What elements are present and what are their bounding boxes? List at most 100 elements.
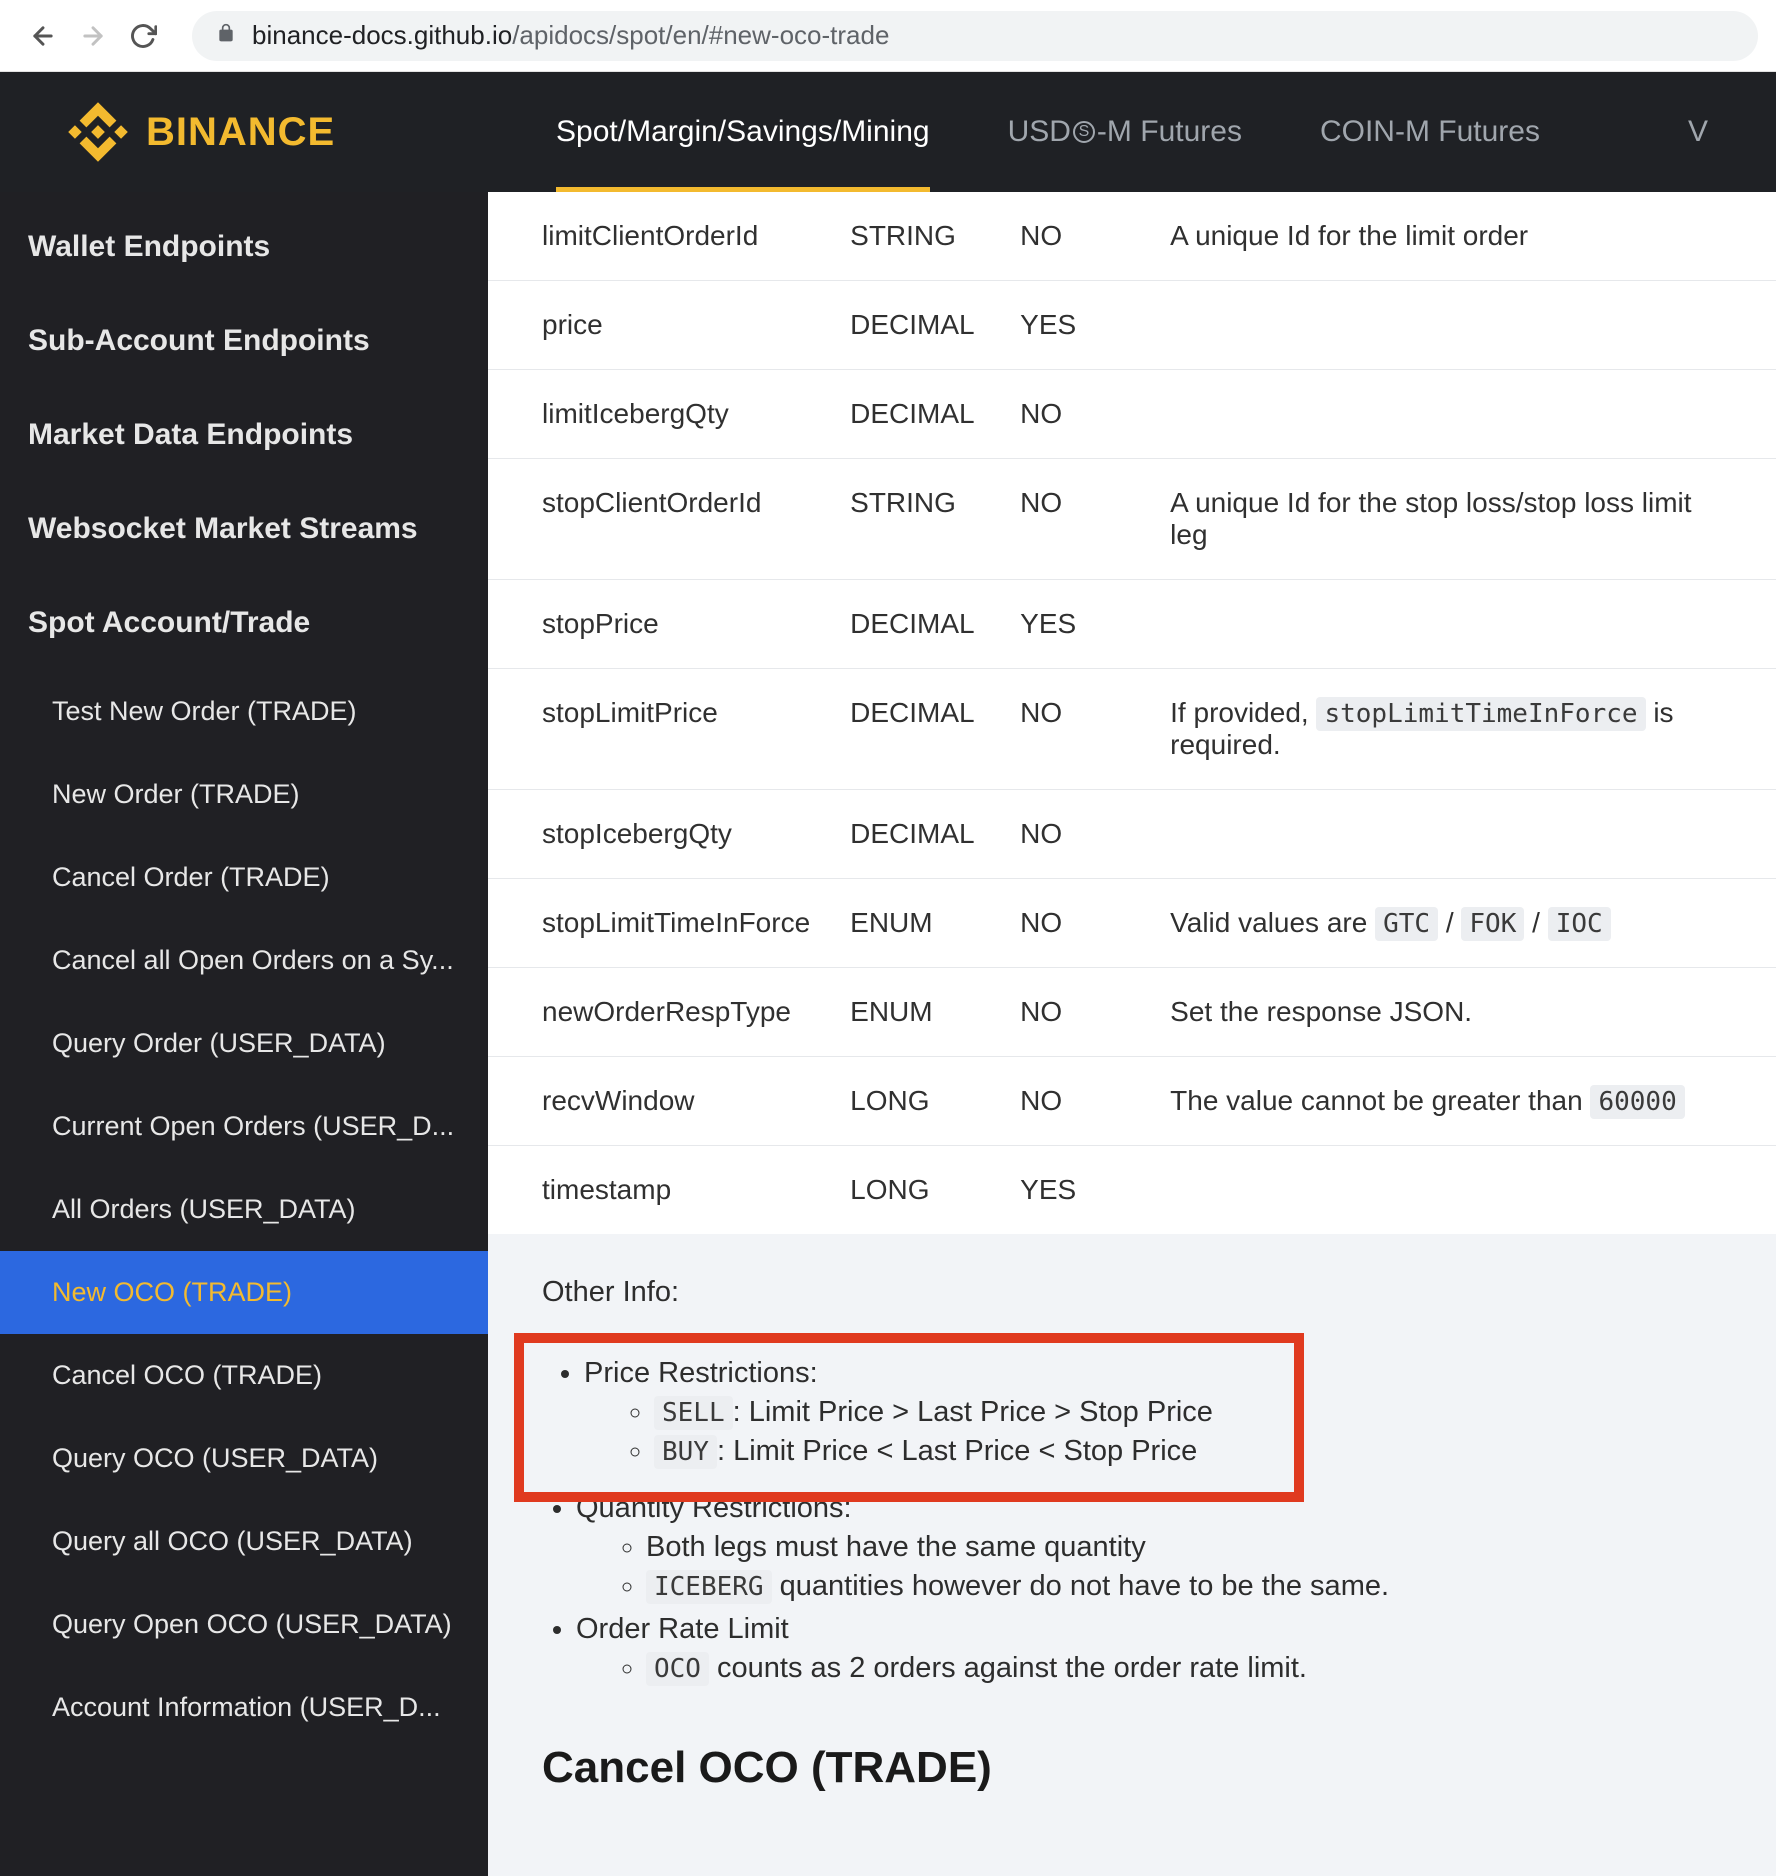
quantity-restriction-iceberg: ICEBERG quantities however do not have t… — [646, 1570, 1722, 1603]
sidebar-item[interactable]: Current Open Orders (USER_D... — [0, 1085, 488, 1168]
table-row: stopIcebergQtyDECIMALNO — [488, 790, 1776, 879]
back-button[interactable] — [18, 11, 68, 61]
topnav-extra: V — [1688, 115, 1708, 149]
top-navigation: BINANCE Spot/Margin/Savings/Mining USDS-… — [0, 72, 1776, 192]
param-mandatory: NO — [1000, 192, 1150, 281]
param-desc: Set the response JSON. — [1150, 968, 1776, 1057]
binance-logo[interactable]: BINANCE — [68, 102, 335, 162]
table-row: limitClientOrderIdSTRINGNOA unique Id fo… — [488, 192, 1776, 281]
param-name: newOrderRespType — [488, 968, 830, 1057]
forward-button[interactable] — [68, 11, 118, 61]
param-type: DECIMAL — [830, 370, 1000, 459]
param-name: limitClientOrderId — [488, 192, 830, 281]
param-mandatory: NO — [1000, 459, 1150, 580]
param-type: ENUM — [830, 968, 1000, 1057]
sidebar-section-spot-account[interactable]: Spot Account/Trade — [0, 576, 488, 670]
table-row: timestampLONGYES — [488, 1146, 1776, 1235]
param-mandatory: NO — [1000, 1057, 1150, 1146]
table-row: stopLimitTimeInForceENUMNOValid values a… — [488, 879, 1776, 968]
table-row: newOrderRespTypeENUMNOSet the response J… — [488, 968, 1776, 1057]
sidebar-item[interactable]: Query OCO (USER_DATA) — [0, 1417, 488, 1500]
param-type: DECIMAL — [830, 669, 1000, 790]
tab-spot-margin[interactable]: Spot/Margin/Savings/Mining — [556, 72, 930, 192]
param-mandatory: YES — [1000, 281, 1150, 370]
sidebar-item[interactable]: Test New Order (TRADE) — [0, 670, 488, 753]
param-type: LONG — [830, 1057, 1000, 1146]
sidebar-item[interactable]: Cancel all Open Orders on a Sy... — [0, 919, 488, 1002]
price-restrictions-highlight: Price Restrictions: SELL: Limit Price > … — [514, 1333, 1304, 1502]
sidebar-section-subaccount[interactable]: Sub-Account Endpoints — [0, 294, 488, 388]
table-row: limitIcebergQtyDECIMALNO — [488, 370, 1776, 459]
param-desc — [1150, 281, 1776, 370]
param-mandatory: YES — [1000, 1146, 1150, 1235]
url-path: /apidocs/spot/en/#new-oco-trade — [512, 20, 889, 51]
parameters-table: limitClientOrderIdSTRINGNOA unique Id fo… — [488, 192, 1776, 1234]
param-name: stopClientOrderId — [488, 459, 830, 580]
param-mandatory: NO — [1000, 879, 1150, 968]
quantity-restriction-same: Both legs must have the same quantity — [646, 1531, 1722, 1564]
main-content: limitClientOrderIdSTRINGNOA unique Id fo… — [488, 192, 1776, 1876]
quantity-restrictions: Quantity Restrictions: Both legs must ha… — [576, 1492, 1722, 1603]
order-rate-limit: Order Rate Limit OCO counts as 2 orders … — [576, 1613, 1722, 1685]
param-name: stopIcebergQty — [488, 790, 830, 879]
logo-text: BINANCE — [146, 110, 335, 155]
reload-button[interactable] — [118, 11, 168, 61]
param-name: stopLimitTimeInForce — [488, 879, 830, 968]
topnav-tabs: Spot/Margin/Savings/Mining USDS-M Future… — [556, 72, 1708, 192]
param-desc: A unique Id for the limit order — [1150, 192, 1776, 281]
param-mandatory: NO — [1000, 968, 1150, 1057]
price-restriction-sell: SELL: Limit Price > Last Price > Stop Pr… — [654, 1396, 1276, 1429]
param-desc — [1150, 370, 1776, 459]
sidebar-item-new-oco[interactable]: New OCO (TRADE) — [0, 1251, 488, 1334]
table-row: priceDECIMALYES — [488, 281, 1776, 370]
browser-toolbar: binance-docs.github.io/apidocs/spot/en/#… — [0, 0, 1776, 72]
price-restriction-buy: BUY: Limit Price < Last Price < Stop Pri… — [654, 1435, 1276, 1468]
param-name: timestamp — [488, 1146, 830, 1235]
sidebar-section-marketdata[interactable]: Market Data Endpoints — [0, 388, 488, 482]
param-desc — [1150, 1146, 1776, 1235]
param-desc: The value cannot be greater than 60000 — [1150, 1057, 1776, 1146]
sidebar-section-websocket[interactable]: Websocket Market Streams — [0, 482, 488, 576]
sidebar-item[interactable]: Query Open OCO (USER_DATA) — [0, 1583, 488, 1666]
param-desc: A unique Id for the stop loss/stop loss … — [1150, 459, 1776, 580]
sidebar-item[interactable]: Query Order (USER_DATA) — [0, 1002, 488, 1085]
param-mandatory: YES — [1000, 580, 1150, 669]
param-desc — [1150, 580, 1776, 669]
param-name: stopPrice — [488, 580, 830, 669]
param-desc: If provided, stopLimitTimeInForce is req… — [1150, 669, 1776, 790]
param-name: recvWindow — [488, 1057, 830, 1146]
tab-usds-m-futures[interactable]: USDS-M Futures — [1008, 72, 1242, 192]
sidebar-item[interactable]: All Orders (USER_DATA) — [0, 1168, 488, 1251]
binance-logo-icon — [68, 102, 128, 162]
sidebar-item[interactable]: New Order (TRADE) — [0, 753, 488, 836]
address-bar[interactable]: binance-docs.github.io/apidocs/spot/en/#… — [192, 11, 1758, 61]
param-mandatory: NO — [1000, 669, 1150, 790]
param-type: DECIMAL — [830, 580, 1000, 669]
param-desc: Valid values are GTC / FOK / IOC — [1150, 879, 1776, 968]
sidebar-item[interactable]: Account Information (USER_D... — [0, 1666, 488, 1749]
lock-icon — [216, 22, 236, 50]
param-name: stopLimitPrice — [488, 669, 830, 790]
table-row: stopClientOrderIdSTRINGNOA unique Id for… — [488, 459, 1776, 580]
cancel-oco-heading: Cancel OCO (TRADE) — [488, 1695, 1776, 1793]
sidebar-item[interactable]: Query all OCO (USER_DATA) — [0, 1500, 488, 1583]
url-host: binance-docs.github.io — [252, 20, 512, 51]
param-type: STRING — [830, 459, 1000, 580]
table-row: recvWindowLONGNOThe value cannot be grea… — [488, 1057, 1776, 1146]
sidebar-section-wallet[interactable]: Wallet Endpoints — [0, 200, 488, 294]
param-type: LONG — [830, 1146, 1000, 1235]
param-mandatory: NO — [1000, 370, 1150, 459]
tab-coin-m-futures[interactable]: COIN-M Futures — [1320, 72, 1540, 192]
param-mandatory: NO — [1000, 790, 1150, 879]
other-info-heading: Other Info: — [542, 1276, 1722, 1309]
param-type: DECIMAL — [830, 790, 1000, 879]
sidebar-item[interactable]: Cancel Order (TRADE) — [0, 836, 488, 919]
price-restrictions: Price Restrictions: SELL: Limit Price > … — [584, 1357, 1276, 1468]
param-desc — [1150, 790, 1776, 879]
other-info: Other Info: Price Restrictions: SELL: Li… — [488, 1234, 1776, 1685]
param-type: STRING — [830, 192, 1000, 281]
sidebar-item[interactable]: Cancel OCO (TRADE) — [0, 1334, 488, 1417]
param-name: limitIcebergQty — [488, 370, 830, 459]
table-row: stopPriceDECIMALYES — [488, 580, 1776, 669]
param-type: ENUM — [830, 879, 1000, 968]
